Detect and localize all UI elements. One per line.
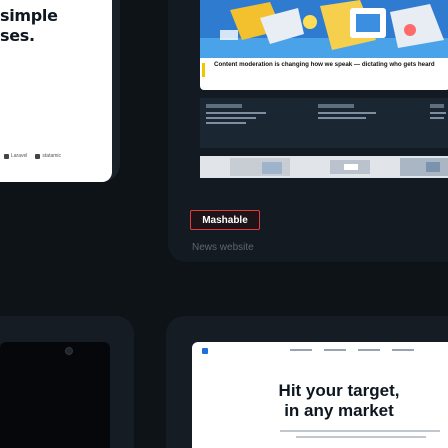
client-logos: Laravel statamic	[4, 153, 61, 159]
news-item	[430, 104, 448, 142]
news-item	[206, 104, 278, 142]
site-nav	[290, 349, 414, 351]
article-preview: Content moderation is changing how we sp…	[200, 0, 448, 90]
hero-line-1: Hit your target,	[278, 381, 400, 400]
logo-label: Laravel	[11, 153, 28, 159]
logo-label: statamic	[42, 153, 62, 159]
news-listing-preview	[200, 98, 448, 148]
statamic-icon	[35, 153, 41, 159]
preview-headline: simple ses.	[0, 6, 58, 46]
headline-line-2: ses.	[0, 26, 35, 45]
site-logo	[202, 348, 208, 354]
headline-line-1: simple	[0, 6, 58, 25]
caption-accent	[202, 63, 205, 77]
hero-headline: Hit your target, in any market	[230, 381, 448, 421]
preview-screenshot-top-left: simple ses. Laravel statamic	[0, 0, 112, 182]
hero-line-2: in any market	[284, 401, 394, 420]
nav-item	[324, 349, 346, 351]
project-name-badge[interactable]: Mashable	[190, 210, 260, 230]
project-type: News website	[192, 242, 254, 253]
brand-icon	[202, 348, 208, 354]
logo-statamic: statamic	[35, 153, 61, 159]
news-item	[318, 104, 390, 142]
device-screen-preview	[0, 342, 110, 448]
laravel-icon	[4, 153, 9, 159]
hero-subtext-line	[296, 436, 426, 438]
hero-subtext-line	[280, 430, 440, 432]
article-caption: Content moderation is changing how we sp…	[214, 61, 435, 68]
logo-laravel: Laravel	[4, 153, 27, 159]
nav-item	[358, 349, 380, 351]
article-illustration	[200, 0, 448, 58]
photo-strip	[200, 156, 448, 178]
nav-item	[392, 349, 414, 351]
camera-icon	[65, 347, 73, 355]
nav-item	[290, 349, 312, 351]
